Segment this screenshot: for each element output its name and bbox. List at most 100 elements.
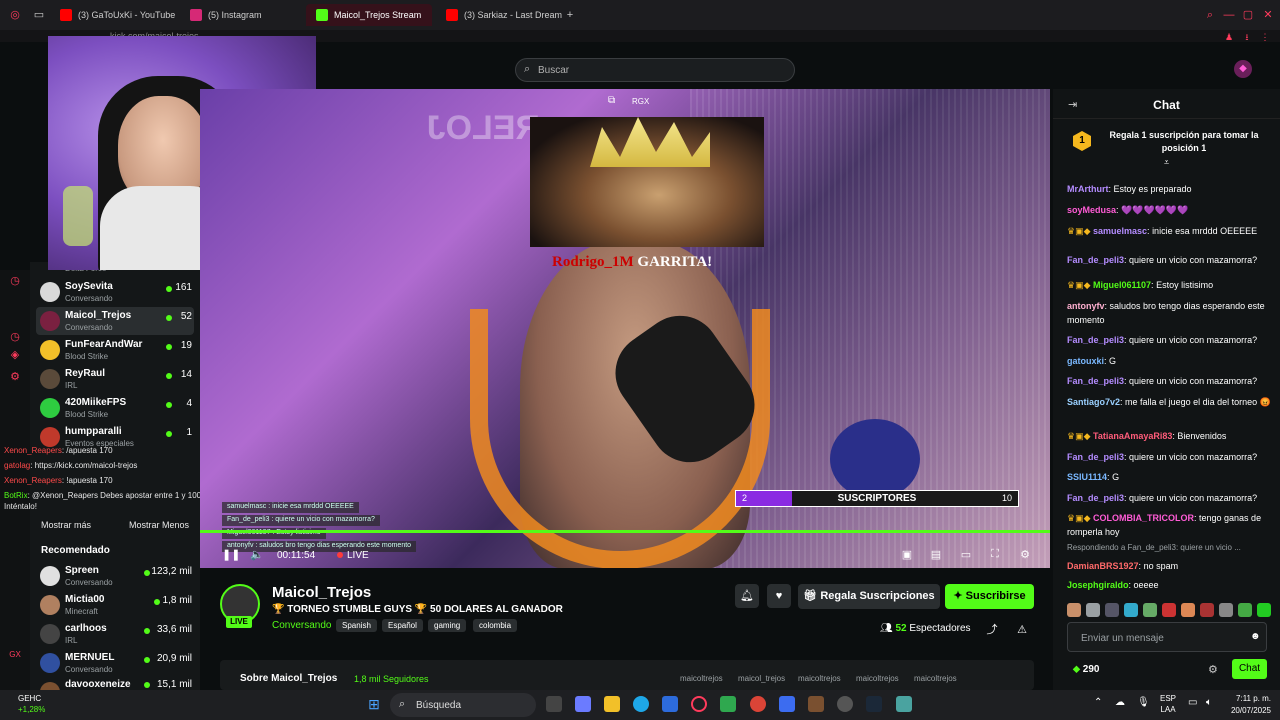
tab-kick[interactable]: Maicol_Trejos Stream xyxy=(306,4,432,26)
search-tabs-icon[interactable]: ⌕ xyxy=(1203,8,1217,22)
windows-start-icon[interactable]: ⊞ xyxy=(366,696,382,712)
file-explorer-icon[interactable] xyxy=(604,696,620,712)
chrome-icon[interactable] xyxy=(750,696,766,712)
chat-input[interactable]: Enviar un mensaje ☻ xyxy=(1067,622,1267,652)
chat-username[interactable]: gatouxki xyxy=(1067,356,1104,366)
theater-mode-icon[interactable]: ▭ xyxy=(959,548,973,562)
pinned-gift-banner[interactable]: 1 Regala 1 suscripción para tomar la pos… xyxy=(1061,123,1271,167)
volume-icon[interactable]: 🔈︎ xyxy=(1206,697,1212,708)
stock-widget[interactable]: GEHC +1,28% xyxy=(18,693,45,715)
chat-username[interactable]: Miguel061107 xyxy=(1093,280,1151,290)
chat-username[interactable]: MrArthurt xyxy=(1067,184,1109,194)
social-x[interactable]: maicoltrejos xyxy=(914,674,957,683)
tab-menu-icon[interactable]: ▭ xyxy=(32,8,46,22)
chat-message[interactable]: Josephgiraldo: oeeee xyxy=(1067,578,1271,592)
chat-message[interactable]: ♛▣◆ COLOMBIA_TRICOLOR: tengo ganas de ro… xyxy=(1067,511,1271,539)
tab-instagram[interactable]: (5) Instagram xyxy=(180,4,272,26)
show-more-link[interactable]: Mostrar más xyxy=(41,520,91,530)
sidebar-channel-spreen[interactable]: Spreen Conversando 123,2 mil xyxy=(36,562,194,590)
chat-message[interactable]: MrArthurt: Estoy es preparado xyxy=(1067,182,1271,196)
chat-username[interactable]: COLOMBIA_TRICOLOR xyxy=(1093,513,1194,523)
emote-icon[interactable] xyxy=(1162,603,1176,617)
sidebar-channel-funfearandwar[interactable]: FunFearAndWar Blood Strike 19 xyxy=(36,336,194,364)
emote-icon[interactable] xyxy=(1105,603,1119,617)
task-view-icon[interactable] xyxy=(546,696,562,712)
send-chat-button[interactable]: Chat xyxy=(1232,659,1267,679)
close-icon[interactable]: ✕ xyxy=(1261,8,1275,22)
follow-heart-icon[interactable]: ♥ xyxy=(767,584,791,608)
edge-icon[interactable] xyxy=(633,696,649,712)
chat-message[interactable]: DamianBRS1927: no spam xyxy=(1067,559,1271,573)
chat-message[interactable]: soyMedusa: 💜💜💜💜💜💜 xyxy=(1067,203,1271,217)
emoji-icon[interactable]: ☻ xyxy=(1250,631,1261,642)
minecraft-icon[interactable] xyxy=(808,696,824,712)
emote-icon[interactable] xyxy=(1181,603,1195,617)
copilot-icon[interactable] xyxy=(575,696,591,712)
chat-username[interactable]: Fan_de_peli3 xyxy=(1067,376,1124,386)
emote-icon[interactable] xyxy=(1238,603,1252,617)
show-less-link[interactable]: Mostrar Menos xyxy=(129,520,189,530)
chat-username[interactable]: soyMedusa xyxy=(1067,205,1116,215)
tag-spanish[interactable]: Spanish xyxy=(336,619,377,632)
tag-colombia[interactable]: colombia xyxy=(473,619,518,632)
chat-username[interactable]: DamianBRS1927 xyxy=(1067,561,1139,571)
chat-message[interactable]: Fan_de_peli3: quiere un vicio con mazamo… xyxy=(1067,450,1271,464)
chat-username[interactable]: Fan_de_peli3 xyxy=(1067,493,1124,503)
chat-username[interactable]: Josephgiraldo xyxy=(1067,580,1129,590)
chat-message[interactable]: Fan_de_peli3: quiere un vicio con mazamo… xyxy=(1067,374,1271,388)
chat-username[interactable]: Fan_de_peli3 xyxy=(1067,255,1124,265)
notification-bell-icon[interactable]: 🔔︎ xyxy=(735,584,759,608)
report-icon[interactable]: ⚠ xyxy=(1010,618,1034,642)
chat-settings-icon[interactable]: ⚙ xyxy=(1208,663,1218,676)
network-icon[interactable]: ▭ xyxy=(1188,697,1197,708)
video-player[interactable]: RELOJ ⧉ RGX Rodrigo_1M GARRITA! samuelma… xyxy=(200,89,1050,568)
tab-sarkiaz[interactable]: (3) Sarkiaz - Last Dream xyxy=(436,4,572,26)
sidebar-channel-mernuel[interactable]: MERNUEL Conversando 20,9 mil xyxy=(36,649,194,677)
microphone-icon[interactable]: 🎙︎ xyxy=(1137,697,1150,708)
settings-icon[interactable]: ⚙ xyxy=(8,370,22,384)
sidebar-channel-carlhoos[interactable]: carlhoos IRL 33,6 mil xyxy=(36,620,194,648)
video-progress-bar[interactable] xyxy=(200,530,1050,533)
tab-youtube[interactable]: (3) GaToUxKi - YouTube xyxy=(50,4,185,26)
taskbar-clock[interactable]: 7:11 p. m. 20/07/2025 xyxy=(1225,693,1271,717)
app-icon[interactable] xyxy=(896,696,912,712)
fullscreen-icon[interactable]: ⛶ xyxy=(988,548,1002,562)
chat-message[interactable]: gatouxki: G xyxy=(1067,354,1271,368)
minimize-icon[interactable]: — xyxy=(1222,8,1236,22)
chat-username[interactable]: SSIU1114 xyxy=(1067,472,1107,482)
sidebar-channel-davooxeneize[interactable]: davooxeneize 15,1 mil xyxy=(36,678,194,690)
chat-message[interactable]: ♛▣◆ samuelmasc: inicie esa mrddd OEEEEE xyxy=(1067,224,1271,238)
chat-username[interactable]: Fan_de_peli3 xyxy=(1067,452,1124,462)
emote-icon[interactable] xyxy=(1143,603,1157,617)
chat-message[interactable]: antonyfv: saludos bro tengo dias esperan… xyxy=(1067,299,1271,327)
channel-name[interactable]: Maicol_Trejos xyxy=(272,584,371,601)
gift-subs-button[interactable]: 🎁︎ Regala Suscripciones xyxy=(798,584,940,609)
tray-app-icon[interactable]: ☁ xyxy=(1115,697,1125,708)
emote-icon[interactable] xyxy=(1086,603,1100,617)
chat-username[interactable]: antonyfv xyxy=(1067,301,1105,311)
chat-message[interactable]: Fan_de_peli3: quiere un vicio con mazamo… xyxy=(1067,491,1271,505)
speed-dial-icon[interactable]: ◷ xyxy=(8,274,22,288)
vpn-icon[interactable] xyxy=(779,696,795,712)
messenger-icon[interactable]: ◈ xyxy=(8,348,22,362)
language-indicator[interactable]: ESP LAA xyxy=(1160,693,1176,715)
xbox-icon[interactable] xyxy=(720,696,736,712)
settings-icon[interactable]: ⚙ xyxy=(1018,548,1032,562)
sidebar-channel-reyraul[interactable]: ReyRaul IRL 14 xyxy=(36,365,194,393)
volume-icon[interactable]: 🔈 xyxy=(250,548,264,562)
miniplayer-icon[interactable]: ▣ xyxy=(900,548,914,562)
chat-username[interactable]: Santiago7v2 xyxy=(1067,397,1120,407)
chat-username[interactable]: TatianaAmayaRi83 xyxy=(1093,431,1172,441)
chat-message[interactable]: ♛▣◆ Miguel061107: Estoy listisimo xyxy=(1067,278,1271,292)
sidebar-channel-420miikefps[interactable]: 420MiikeFPS Blood Strike 4 xyxy=(36,394,194,422)
stream-category[interactable]: Conversando xyxy=(272,620,331,631)
chat-message[interactable]: Santiago7v2: me falla el juego el dia de… xyxy=(1067,395,1271,409)
tag-gaming[interactable]: gaming xyxy=(428,619,467,632)
social-instagram[interactable]: maicoltrejos xyxy=(680,674,723,683)
gx-icon[interactable]: GX xyxy=(8,650,22,664)
profile-icon[interactable]: ♟ xyxy=(1222,30,1236,44)
chat-message[interactable]: Fan_de_peli3: quiere un vicio con mazamo… xyxy=(1067,253,1271,267)
new-tab-button[interactable]: + xyxy=(563,8,577,22)
obs-icon[interactable] xyxy=(837,696,853,712)
chat-message[interactable]: Fan_de_peli3: quiere un vicio con mazamo… xyxy=(1067,333,1271,347)
